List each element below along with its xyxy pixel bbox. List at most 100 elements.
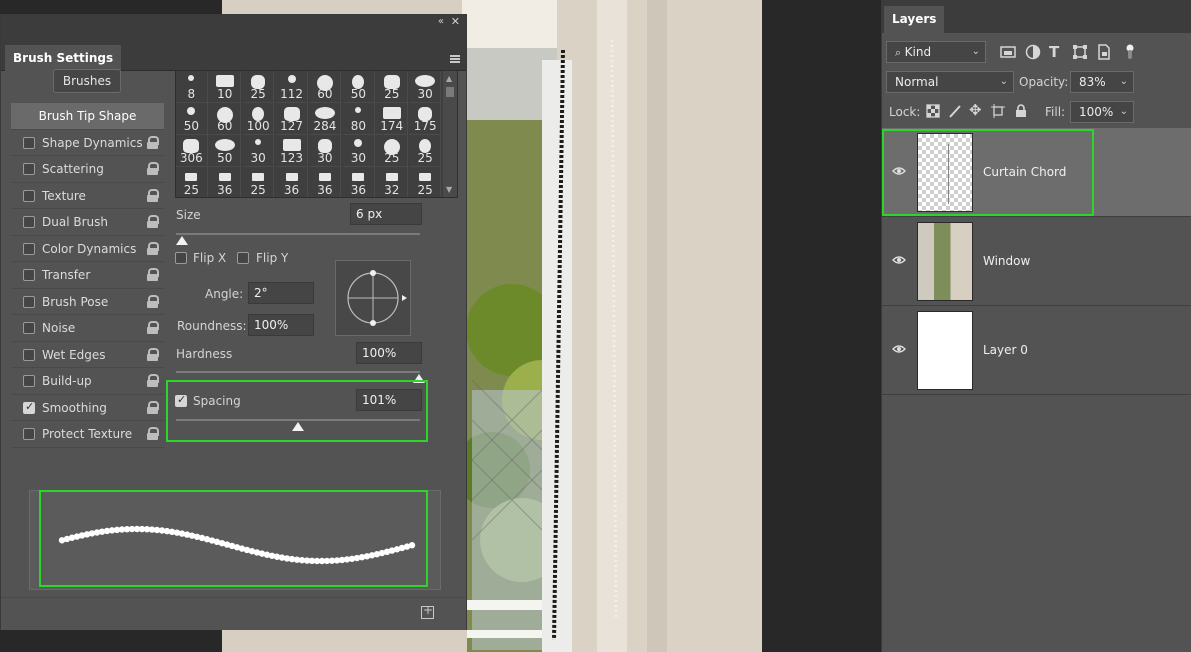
brush-option-transfer[interactable]: Transfer [11,262,164,289]
brush-tip-cell[interactable]: 60 [209,103,242,135]
brush-tip-cell[interactable]: 175 [409,103,442,135]
brush-tip-cell[interactable]: 30 [242,135,275,167]
panel-title-bar[interactable]: « ✕ [1,15,466,31]
brush-option-smoothing[interactable]: Smoothing [11,394,164,421]
spacing-checkbox[interactable] [175,393,187,407]
brush-tip-cell[interactable]: 25 [176,167,208,197]
flip-x-checkbox[interactable] [175,252,187,264]
brush-tip-cell[interactable]: 30 [409,71,442,103]
option-checkbox[interactable] [23,295,35,308]
opacity-input[interactable]: 83% ⌄ [1070,71,1134,93]
lock-artboard-icon[interactable] [991,104,1007,120]
brush-tip-cell[interactable]: 25 [243,167,275,197]
kind-filter-select[interactable]: ⌕ Kind ⌄ [886,41,986,63]
close-icon[interactable]: ✕ [451,15,460,28]
brush-option-noise[interactable]: Noise [11,315,164,342]
lock-icon[interactable] [147,188,159,202]
brush-tip-cell[interactable]: 60 [309,71,342,103]
brushes-button[interactable]: Brushes [53,69,121,93]
filter-toggle-icon[interactable] [1122,44,1138,60]
brush-tip-cell[interactable]: 50 [209,135,242,167]
layer-row[interactable]: Window [882,217,1191,306]
brush-tip-cell[interactable]: 32 [376,167,409,197]
brush-option-scattering[interactable]: Scattering [11,156,164,183]
spacing-slider-track[interactable] [176,419,420,421]
brush-option-protect-texture[interactable]: Protect Texture [11,421,164,448]
brush-tip-cell[interactable]: 36 [343,167,375,197]
lock-icon[interactable] [147,321,159,334]
filter-shape-icon[interactable] [1072,44,1088,60]
option-checkbox[interactable] [23,400,35,414]
option-checkbox[interactable] [23,322,35,334]
spacing-input[interactable]: 101% [356,389,422,411]
option-checkbox[interactable] [23,269,35,281]
brush-option-wet-edges[interactable]: Wet Edges [11,341,164,368]
tab-brush-settings[interactable]: Brush Settings [5,45,122,71]
size-input[interactable]: 6 px [350,203,422,225]
brush-tip-cell[interactable]: 123 [276,135,308,167]
collapse-icon[interactable]: « [438,16,444,27]
brush-tip-cell[interactable]: 25 [409,135,442,167]
option-checkbox[interactable] [23,136,35,149]
brush-tip-cell[interactable]: 80 [343,103,375,135]
brush-tip-cell[interactable]: 36 [310,167,342,197]
option-checkbox[interactable] [23,216,35,228]
tab-layers[interactable]: Layers [884,6,945,33]
option-checkbox[interactable] [23,242,35,255]
lock-image-pixels-icon[interactable] [948,104,964,120]
brush-tip-cell[interactable]: 50 [176,103,208,135]
brush-tip-cell[interactable]: 36 [276,167,308,197]
brush-tip-cell[interactable]: 36 [209,167,242,197]
create-new-brush-icon[interactable] [421,603,434,619]
lock-icon[interactable] [147,294,159,308]
option-checkbox[interactable] [23,189,35,202]
scroll-thumb[interactable] [446,87,454,97]
option-checkbox[interactable] [23,163,35,175]
brush-tip-cell[interactable]: 25 [376,71,409,103]
lock-icon[interactable] [147,374,159,387]
brush-tip-cell[interactable]: 25 [376,135,409,167]
size-slider-thumb[interactable] [176,236,188,245]
lock-icon[interactable] [147,215,159,228]
brush-tip-cell[interactable]: 50 [343,71,375,103]
angle-roundness-widget[interactable] [335,260,411,336]
brush-option-dual-brush[interactable]: Dual Brush [11,209,164,236]
brush-tip-cell[interactable]: 127 [276,103,308,135]
brush-option-brush-pose[interactable]: Brush Pose [11,288,164,315]
scroll-down-icon[interactable]: ▼ [446,185,452,194]
option-checkbox[interactable] [23,375,35,387]
hardness-input[interactable]: 100% [356,342,422,364]
blend-mode-select[interactable]: Normal ⌄ [886,71,1014,93]
brush-tip-cell[interactable]: 10 [209,71,242,103]
brush-tip-cell[interactable]: 306 [176,135,208,167]
option-checkbox[interactable] [23,348,35,361]
hardness-slider-track[interactable] [176,371,420,373]
filter-smart-object-icon[interactable] [1096,44,1112,60]
lock-position-icon[interactable]: ✥ [969,103,985,119]
fill-input[interactable]: 100% ⌄ [1070,101,1134,123]
lock-icon[interactable] [147,347,159,361]
brush-tip-cell[interactable]: 30 [309,135,342,167]
eye-icon[interactable] [892,255,906,265]
flip-y-checkbox[interactable] [237,252,249,264]
angle-input[interactable]: 2° [248,282,314,304]
spacing-slider-thumb[interactable] [292,422,304,431]
size-slider-track[interactable] [176,233,420,235]
eye-icon[interactable] [892,344,906,354]
brush-tip-cell[interactable]: 30 [343,135,375,167]
lock-icon[interactable] [147,135,159,149]
brush-tip-grid[interactable]: 8 10 25 112 60 50 25 30 50 60 100 127 284 80 174 175 306… [175,70,458,198]
lock-icon[interactable] [147,400,159,414]
brush-tip-cell[interactable]: 25 [242,71,275,103]
brush-option-build-up[interactable]: Build-up [11,368,164,395]
filter-pixel-icon[interactable] [1000,44,1016,60]
brush-tip-cell[interactable]: 25 [410,167,442,197]
brush-tip-cell[interactable]: 174 [376,103,409,135]
brush-option-brush-tip-shape[interactable]: Brush Tip Shape [11,103,164,130]
brush-tip-cell[interactable]: 112 [276,71,308,103]
roundness-input[interactable]: 100% [248,314,314,336]
lock-icon[interactable] [147,427,159,440]
tip-grid-scrollbar[interactable]: ▲ ▼ [443,71,457,197]
lock-icon[interactable] [147,162,159,175]
option-checkbox[interactable] [23,428,35,440]
